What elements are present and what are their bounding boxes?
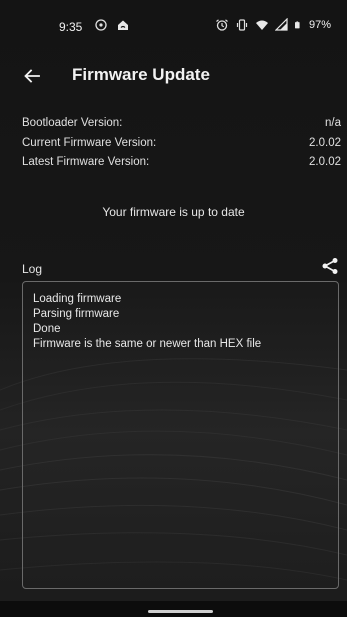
vibrate-icon [236,19,248,31]
log-output[interactable]: Loading firmware Parsing firmware Done F… [22,281,339,589]
firmware-status-message: Your firmware is up to date [102,205,245,219]
navigation-bar [0,601,347,617]
app-bar: Firmware Update [0,56,347,96]
log-line: Parsing firmware [33,308,120,320]
home-indicator[interactable] [148,610,213,613]
wifi-icon [255,20,268,30]
status-bar: 9:35 97% [0,0,347,56]
home-wifi-icon [118,20,128,30]
back-button[interactable] [20,64,44,88]
bootloader-version-row: Bootloader Version: n/a [22,117,341,134]
arrow-left-icon [24,69,40,83]
firmware-update-screen: 9:35 97% Firmware Update Bootloader Vers… [0,0,347,617]
signal-icon [274,18,288,31]
latest-firmware-version-row: Latest Firmware Version: 2.0.02 [22,156,341,173]
log-label: Log [22,262,43,276]
latest-firmware-version-value: 2.0.02 [309,156,341,168]
shield-circle-icon [95,19,107,31]
alarm-icon [216,19,228,31]
share-button[interactable] [320,256,340,276]
log-line: Done [33,323,61,335]
share-icon [322,258,338,274]
current-firmware-version-label: Current Firmware Version: [22,137,157,149]
log-line: Loading firmware [33,293,122,305]
log-line: Firmware is the same or newer than HEX f… [33,338,262,350]
status-right-icons: 97% [215,18,331,32]
bootloader-version-value: n/a [325,117,341,129]
bootloader-version-label: Bootloader Version: [22,117,123,129]
current-firmware-version-row: Current Firmware Version: 2.0.02 [22,137,341,154]
battery-icon [294,21,300,29]
latest-firmware-version-label: Latest Firmware Version: [22,156,150,168]
page-title: Firmware Update [72,65,210,84]
status-left-icons [94,18,130,32]
battery-percent: 97% [308,19,331,31]
current-firmware-version-value: 2.0.02 [309,137,341,149]
status-time: 9:35 [59,20,83,34]
